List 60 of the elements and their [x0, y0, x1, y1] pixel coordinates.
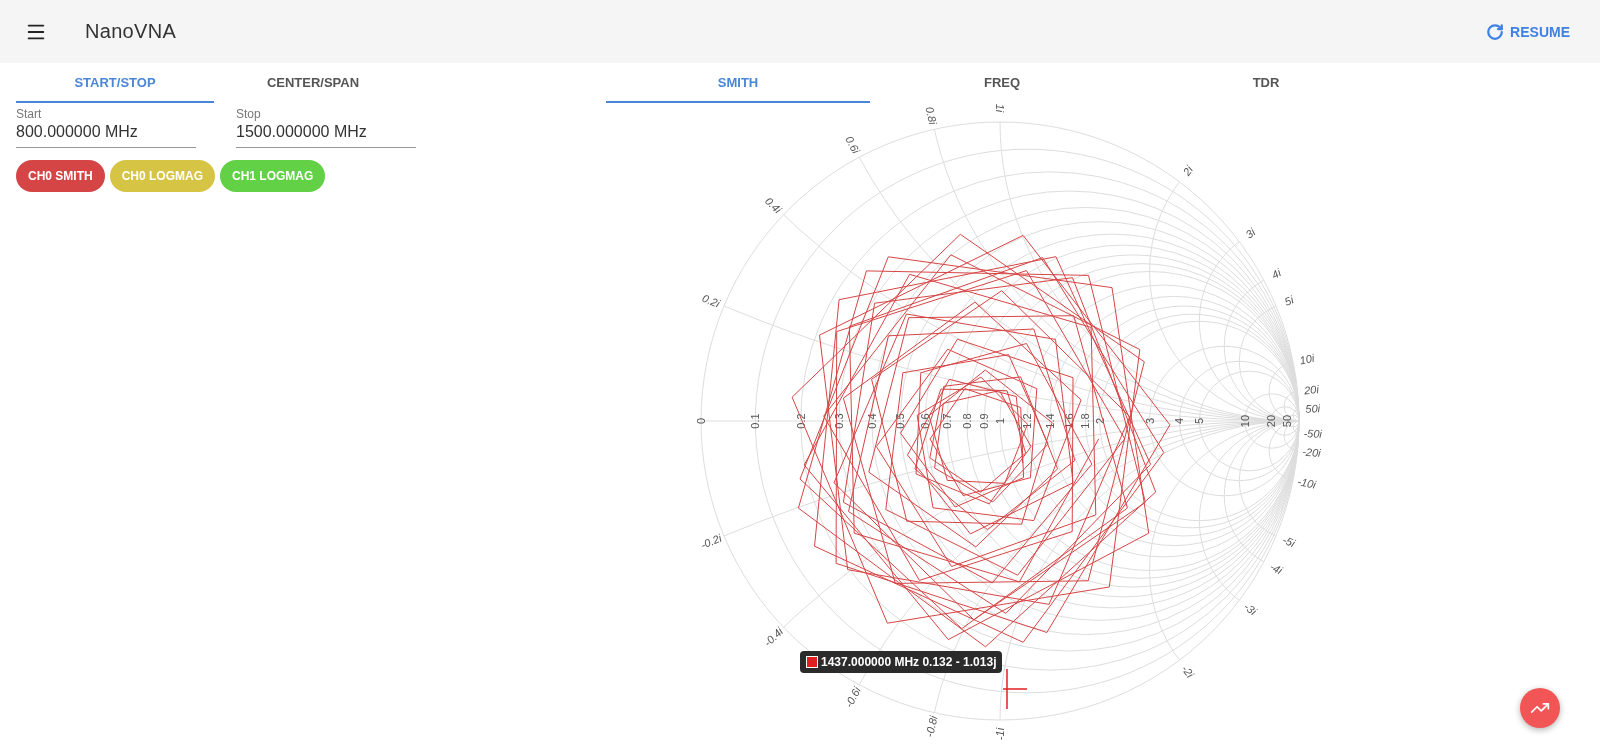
reactance-label: -50i	[1303, 427, 1323, 440]
resistance-label: 0.4	[865, 413, 878, 429]
reactance-label: -3i	[1241, 600, 1259, 618]
resistance-label: 1.6	[1063, 413, 1075, 429]
resistance-label: 0.7	[941, 413, 954, 429]
resistance-label: 0.9	[978, 413, 991, 429]
sweep-tab[interactable]: CENTER/SPAN	[214, 63, 412, 103]
reactance-label: -5i	[1280, 533, 1297, 550]
resistance-label: 10	[1238, 414, 1251, 428]
field-label: Start	[16, 107, 43, 121]
reactance-label: -4i	[1267, 560, 1285, 577]
resistance-label: 0.1	[749, 413, 762, 429]
reactance-label: -0.2i	[698, 531, 724, 552]
resume-button[interactable]: RESUME	[1480, 16, 1576, 47]
marker-readout: 1437.000000 MHz 0.132 - 1.013j	[821, 655, 997, 669]
reactance-label: -10i	[1296, 475, 1317, 491]
reactance-label: -2i	[1179, 662, 1197, 680]
resistance-label: 5	[1193, 417, 1206, 425]
resistance-label: 0.8	[960, 413, 973, 429]
marker-crosshair	[1002, 668, 1028, 710]
resistance-label: 0	[695, 417, 707, 425]
resistance-label: 1	[994, 417, 1006, 425]
reactance-label: 0.6i	[843, 134, 863, 156]
reactance-label: 0.4i	[762, 194, 784, 216]
reactance-label: 3i	[1243, 225, 1258, 241]
view-tab[interactable]: FREQ	[870, 63, 1134, 103]
app-title: NanoVNA	[85, 20, 177, 43]
resistance-label: 1.4	[1043, 413, 1056, 429]
resistance-label: 1.8	[1079, 413, 1092, 429]
reactance-label: 0.8i	[923, 105, 940, 126]
view-tab[interactable]: TDR	[1134, 63, 1398, 103]
resistance-label: 0.2	[794, 413, 807, 429]
chart-fab-button[interactable]	[1520, 688, 1560, 728]
reactance-label: 4i	[1269, 266, 1283, 281]
reactance-label: 20i	[1303, 383, 1320, 397]
resistance-label: 0.3	[833, 413, 845, 429]
frequency-field[interactable]: 800.000000 MHz	[16, 121, 196, 148]
reactance-label: 0.2i	[700, 291, 722, 310]
sweep-tab[interactable]: START/STOP	[16, 63, 214, 103]
channel-chip[interactable]: CH0 SMITH	[16, 160, 105, 192]
resistance-label: 1.2	[1021, 413, 1034, 429]
reactance-label: 2i	[1180, 163, 1196, 178]
reactance-label: -0.8i	[923, 714, 940, 739]
resistance-label: 50	[1281, 414, 1294, 428]
field-label: Stop	[236, 107, 262, 121]
view-tab[interactable]: SMITH	[606, 63, 870, 103]
resistance-label: 0.5	[894, 413, 907, 429]
resistance-label: 3	[1143, 417, 1156, 425]
resistance-label: 0.6	[919, 413, 932, 429]
reactance-label: -1i	[994, 727, 1006, 741]
reactance-label: 10i	[1298, 351, 1316, 367]
reactance-label: -0.6i	[842, 684, 864, 710]
reactance-label: 5i	[1282, 293, 1296, 308]
refresh-icon	[1486, 22, 1505, 41]
resistance-label: 4	[1173, 417, 1186, 425]
resistance-label: 20	[1264, 414, 1277, 428]
reactance-label: -20i	[1301, 445, 1322, 460]
frequency-field[interactable]: 1500.000000 MHz	[236, 121, 416, 148]
reactance-label: 1i	[994, 103, 1006, 113]
reactance-label: 50i	[1305, 402, 1321, 415]
